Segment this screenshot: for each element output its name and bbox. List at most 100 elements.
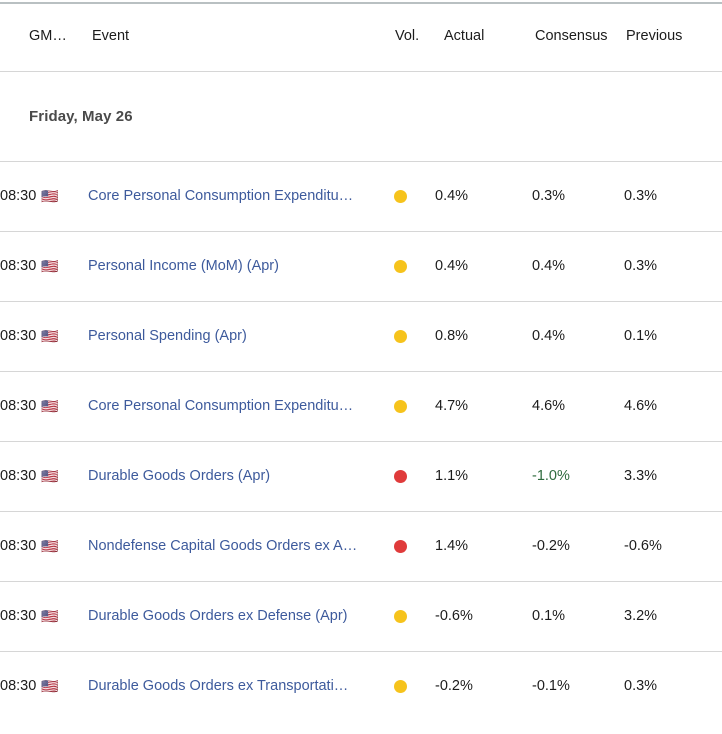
volatility-cell — [393, 161, 435, 232]
consensus-value: 0.4% — [532, 258, 566, 274]
actual-value: -0.6% — [435, 608, 473, 624]
event-link[interactable]: Nondefense Capital Goods Orders ex A… — [88, 538, 373, 554]
event-time-cell: 08:30 🇺🇸 — [0, 161, 88, 232]
us-flag-icon: 🇺🇸 — [41, 258, 59, 274]
actual-cell: -0.6% — [435, 581, 532, 652]
event-link[interactable]: Personal Spending (Apr) — [88, 328, 373, 344]
previous-value: 0.1% — [624, 328, 658, 344]
table-row[interactable]: 08:30 🇺🇸 Personal Spending (Apr) 0.8% 0.4% 0.… — [0, 301, 722, 372]
previous-cell: 0.3% — [624, 161, 722, 232]
us-flag-icon: 🇺🇸 — [41, 608, 59, 624]
column-header-event[interactable]: Event — [88, 2, 393, 72]
event-name-cell: Personal Income (MoM) (Apr) — [88, 231, 393, 302]
event-time-cell: 08:30 🇺🇸 — [0, 301, 88, 372]
actual-cell: -0.2% — [435, 651, 532, 721]
previous-cell: 3.3% — [624, 441, 722, 512]
volatility-medium-icon — [394, 609, 407, 623]
actual-cell: 0.8% — [435, 301, 532, 372]
date-group-row: Friday, May 26 — [0, 71, 722, 162]
actual-value: -0.2% — [435, 678, 473, 695]
event-time: 08:30 — [0, 678, 37, 695]
column-header-volatility[interactable]: Vol. — [393, 2, 435, 72]
event-time: 08:30 — [0, 258, 37, 274]
table-row[interactable]: 08:30 🇺🇸 Core Personal Consumption Expendi… — [0, 161, 722, 232]
event-name-cell: Durable Goods Orders ex Defense (Apr) — [88, 581, 393, 652]
volatility-medium-icon — [394, 329, 407, 343]
event-name-cell: Personal Spending (Apr) — [88, 301, 393, 372]
previous-value: 3.3% — [624, 468, 658, 484]
event-name-cell: Core Personal Consumption Expenditu… — [88, 161, 393, 232]
us-flag-icon: 🇺🇸 — [41, 328, 59, 344]
consensus-cell: -0.1% — [532, 651, 624, 721]
consensus-cell: 0.3% — [532, 161, 624, 232]
us-flag-icon: 🇺🇸 — [41, 678, 59, 695]
event-link[interactable]: Durable Goods Orders ex Defense (Apr) — [88, 608, 373, 624]
header-row: GM… Event Vol. Actual Consensus Previous — [0, 2, 722, 72]
event-time-cell: 08:30 🇺🇸 — [0, 231, 88, 302]
event-link[interactable]: Core Personal Consumption Expenditu… — [88, 398, 373, 414]
event-time: 08:30 — [0, 468, 37, 484]
actual-value: 0.4% — [435, 188, 469, 204]
event-link[interactable]: Durable Goods Orders (Apr) — [88, 468, 373, 484]
volatility-high-icon — [394, 469, 407, 483]
actual-value: 0.4% — [435, 258, 469, 274]
event-time: 08:30 — [0, 188, 37, 204]
event-link[interactable]: Durable Goods Orders ex Transportati… — [88, 678, 373, 694]
event-time: 08:30 — [0, 538, 37, 554]
top-divider — [0, 2, 722, 4]
table-row[interactable]: 08:30 🇺🇸 Personal Income (MoM) (Apr) 0.4% 0.… — [0, 231, 722, 302]
consensus-value: 0.3% — [532, 188, 566, 204]
volatility-medium-icon — [394, 679, 407, 693]
volatility-cell — [393, 231, 435, 302]
consensus-value: -0.2% — [532, 538, 570, 554]
table-row[interactable]: 08:30 🇺🇸 Nondefense Capital Goods Orders e… — [0, 511, 722, 582]
column-header-consensus[interactable]: Consensus — [532, 2, 624, 72]
volatility-high-icon — [394, 539, 407, 553]
table-row[interactable]: 08:30 🇺🇸 Durable Goods Orders ex Transport… — [0, 651, 722, 721]
event-name-cell: Durable Goods Orders ex Transportati… — [88, 651, 393, 721]
previous-value: 0.3% — [624, 188, 658, 204]
volatility-medium-icon — [394, 189, 407, 203]
previous-value: 3.2% — [624, 608, 658, 624]
previous-value: 0.3% — [624, 678, 658, 695]
event-time-cell: 08:30 🇺🇸 — [0, 511, 88, 582]
consensus-value: 0.1% — [532, 608, 566, 624]
us-flag-icon: 🇺🇸 — [41, 398, 59, 414]
column-header-actual[interactable]: Actual — [435, 2, 532, 72]
column-header-previous-label: Previous — [626, 28, 683, 45]
column-header-time-label: GM… — [29, 28, 67, 45]
event-time: 08:30 — [0, 328, 37, 344]
event-link[interactable]: Core Personal Consumption Expenditu… — [88, 188, 373, 204]
previous-value: -0.6% — [624, 538, 662, 554]
table-row[interactable]: 08:30 🇺🇸 Durable Goods Orders (Apr) 1.1% -1.… — [0, 441, 722, 512]
previous-value: 0.3% — [624, 258, 658, 274]
volatility-medium-icon — [394, 399, 407, 413]
previous-cell: 0.1% — [624, 301, 722, 372]
consensus-cell: -1.0% — [532, 441, 624, 512]
actual-value: 1.4% — [435, 538, 469, 554]
previous-cell: 3.2% — [624, 581, 722, 652]
consensus-value: 4.6% — [532, 398, 566, 414]
column-header-event-label: Event — [92, 28, 130, 45]
economic-calendar-table: GM… Event Vol. Actual Consensus Previous — [0, 2, 722, 721]
actual-cell: 0.4% — [435, 231, 532, 302]
previous-cell: 0.3% — [624, 231, 722, 302]
table-row[interactable]: 08:30 🇺🇸 Durable Goods Orders ex Defense (… — [0, 581, 722, 652]
volatility-cell — [393, 511, 435, 582]
volatility-medium-icon — [394, 259, 407, 273]
event-time: 08:30 — [0, 398, 37, 414]
column-header-previous[interactable]: Previous — [624, 2, 722, 72]
event-link[interactable]: Personal Income (MoM) (Apr) — [88, 258, 373, 274]
column-header-actual-label: Actual — [444, 28, 485, 45]
table-row[interactable]: 08:30 🇺🇸 Core Personal Consumption Expendi… — [0, 371, 722, 442]
consensus-cell: 0.4% — [532, 301, 624, 372]
consensus-cell: 0.4% — [532, 231, 624, 302]
event-name-cell: Core Personal Consumption Expenditu… — [88, 371, 393, 442]
consensus-value: 0.4% — [532, 328, 566, 344]
previous-cell: -0.6% — [624, 511, 722, 582]
previous-cell: 4.6% — [624, 371, 722, 442]
volatility-cell — [393, 581, 435, 652]
column-header-time[interactable]: GM… — [0, 2, 88, 72]
event-name-cell: Durable Goods Orders (Apr) — [88, 441, 393, 512]
table-header: GM… Event Vol. Actual Consensus Previous — [0, 2, 722, 72]
